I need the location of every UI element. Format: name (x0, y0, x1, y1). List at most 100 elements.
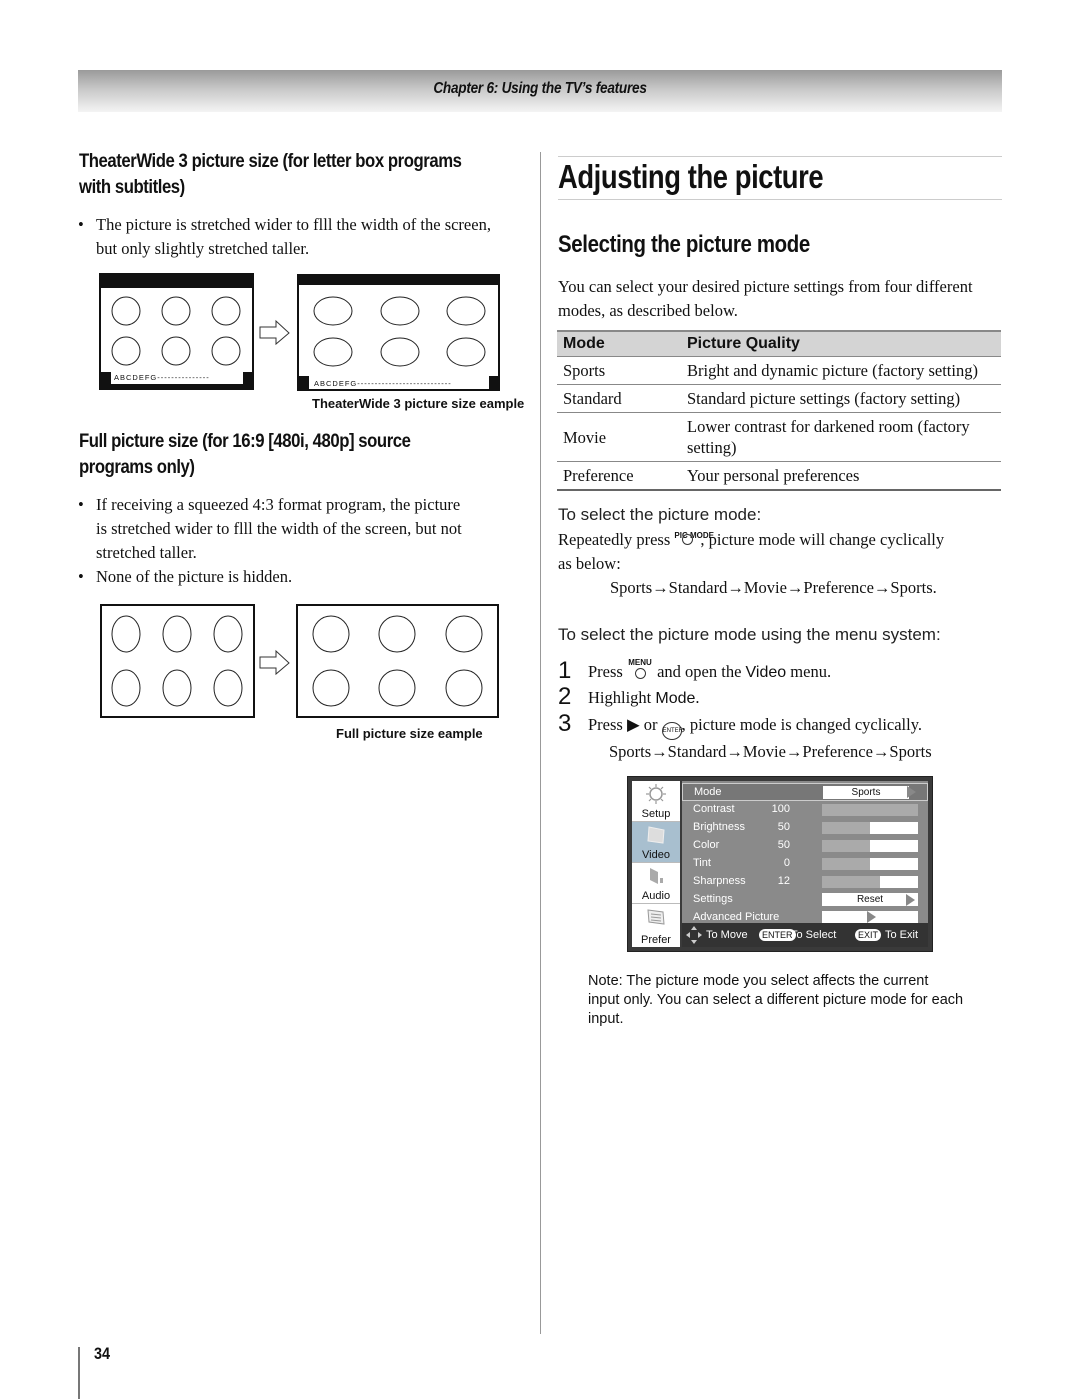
sun-icon (646, 784, 666, 804)
text: and open the (657, 662, 742, 681)
text: Repeatedly press (558, 530, 671, 549)
button-circle (634, 668, 646, 679)
result-screen (297, 274, 500, 391)
table-row: Preference Your personal preferences (557, 461, 1001, 491)
bullet-line: None of the picture is hidden. (96, 567, 293, 586)
slider-bar (822, 822, 918, 834)
column-header-mode: Mode (557, 330, 681, 357)
tv-menu-tab-video: Video (632, 822, 680, 863)
step-number: 3 (558, 710, 572, 737)
tab-label: Setup (641, 808, 671, 820)
quality-cell: Your personal preferences (681, 461, 1001, 491)
title-rule-top (558, 156, 1002, 157)
tv-menu-row-slider: Contrast 100 (682, 801, 928, 819)
footer-move-label: To Move (706, 929, 748, 941)
bullet-line: but only slightly stretched taller. (96, 239, 310, 258)
theaterwide-caption: TheaterWide 3 picture size eample (312, 396, 525, 411)
tv-menu-footer: To Move ENTER To Select EXIT To Exit (682, 923, 928, 947)
slider-bar (822, 858, 918, 870)
section-heading: Selecting the picture mode (558, 231, 810, 258)
full-picture-caption: Full picture size eample (336, 726, 483, 741)
tv-menu-tab-audio: Audio (632, 863, 680, 904)
slider-fill (822, 858, 870, 870)
slider-fill (822, 840, 870, 852)
chapter-header: Chapter 6: Using the TV’s features (78, 70, 1002, 112)
bullet-line: stretched taller. (96, 543, 197, 562)
theaterwide-heading: TheaterWide 3 picture size (for letter b… (79, 149, 462, 201)
full-picture-heading: Full picture size (for 16:9 [480i, 480p]… (79, 429, 411, 481)
triangle-right-icon (906, 894, 915, 906)
table-row: Standard Standard picture settings (fact… (557, 384, 1001, 413)
row-value: 50 (777, 839, 790, 851)
row-value: 100 (771, 803, 790, 815)
menu-heading: To select the picture mode using the men… (558, 625, 941, 644)
slider-bar (822, 876, 918, 888)
subtitle-sample-wide: ABCDEFG--------------------------- (314, 379, 452, 388)
footer-select-label: To Select (791, 929, 837, 941)
page-title: Adjusting the picture (558, 158, 824, 195)
arrow-icon (259, 319, 290, 346)
text: , picture mode will change cyclically (700, 530, 945, 549)
text: , picture mode is changed cyclically. (681, 715, 923, 734)
row-label: Color (693, 839, 720, 851)
text: as below: (558, 554, 621, 573)
button-label: MENU (628, 658, 652, 667)
text: menu. (790, 662, 832, 681)
heading-line: TheaterWide 3 picture size (for letter b… (79, 151, 462, 172)
tv-menu-row-slider: Brightness 50 (682, 819, 928, 837)
mode-cell: Sports (557, 356, 681, 385)
mode-cell: Preference (557, 461, 681, 491)
table-row: Sports Bright and dynamic picture (facto… (557, 356, 1001, 385)
enter-button-icon: ENTER (661, 722, 683, 740)
text: Press ▶ or (588, 715, 658, 734)
quality-cell: Lower contrast for darkened room (factor… (681, 412, 1001, 462)
chapter-title: Chapter 6: Using the TV’s features (433, 80, 647, 97)
ui-term: Video (745, 664, 787, 681)
text: . (695, 688, 700, 707)
title-rule-bottom (558, 199, 1002, 200)
source-screen (99, 273, 254, 390)
tab-label: Prefer (641, 934, 671, 946)
row-label: Advanced Picture (693, 911, 780, 923)
note-line: Note: The picture mode you select affect… (588, 973, 929, 989)
triangle-right-icon (867, 911, 876, 923)
settings-value: Reset (822, 893, 918, 906)
step-text: Press ▶ or ENTER, picture mode is change… (588, 715, 922, 740)
row-value: 0 (783, 857, 790, 869)
step-number: 1 (558, 657, 572, 684)
subtitle-sample: ABCDEFG--------------- (114, 373, 210, 382)
text: Highlight (588, 688, 652, 707)
heading-line: programs only) (79, 457, 195, 478)
row-label: Tint (693, 857, 711, 869)
tv-menu-sidebar: Setup Video Audio Prefer (632, 781, 680, 947)
row-label: Mode (694, 786, 722, 798)
mode-cycle: Sports→Standard→Movie→Preference→Sports. (610, 578, 937, 597)
intro-line: modes, as described below. (558, 301, 738, 320)
triangle-right-icon (907, 786, 916, 798)
speaker-icon (650, 868, 663, 884)
column-divider (540, 152, 541, 1334)
tab-label: Video (642, 849, 670, 861)
tab-label: Audio (641, 890, 671, 902)
select-line: Repeatedly press PIC MODE, picture mode … (558, 528, 1008, 552)
table-row: Movie Lower contrast for darkened room (… (557, 412, 1001, 462)
slider-bar (822, 804, 918, 816)
slider-fill (822, 876, 880, 888)
dpad-icon (686, 926, 702, 944)
table-header-row: Mode Picture Quality (557, 330, 1001, 357)
quality-cell: Standard picture settings (factory setti… (681, 384, 1001, 413)
column-header-quality: Picture Quality (681, 330, 1001, 357)
page-margin-bar (78, 1347, 80, 1399)
theaterwide-bullet: The picture is stretched wider to flll t… (78, 213, 546, 261)
full-picture-diagram (100, 604, 499, 718)
quality-cell: Bright and dynamic picture (factory sett… (681, 356, 1001, 385)
document-icon (647, 909, 665, 925)
select-instructions: Repeatedly press PIC MODE, picture mode … (558, 528, 1008, 600)
bullet-line: The picture is stretched wider to flll t… (96, 215, 491, 234)
step-text: Press MENU and open the Video menu. (588, 658, 832, 682)
bullet-item: None of the picture is hidden. (78, 565, 528, 589)
bullet-line: If receiving a squeezed 4:3 format progr… (96, 495, 461, 514)
text: Press (588, 662, 623, 681)
menu-button-icon: MENU (627, 658, 653, 680)
row-label: Sharpness (693, 875, 746, 887)
